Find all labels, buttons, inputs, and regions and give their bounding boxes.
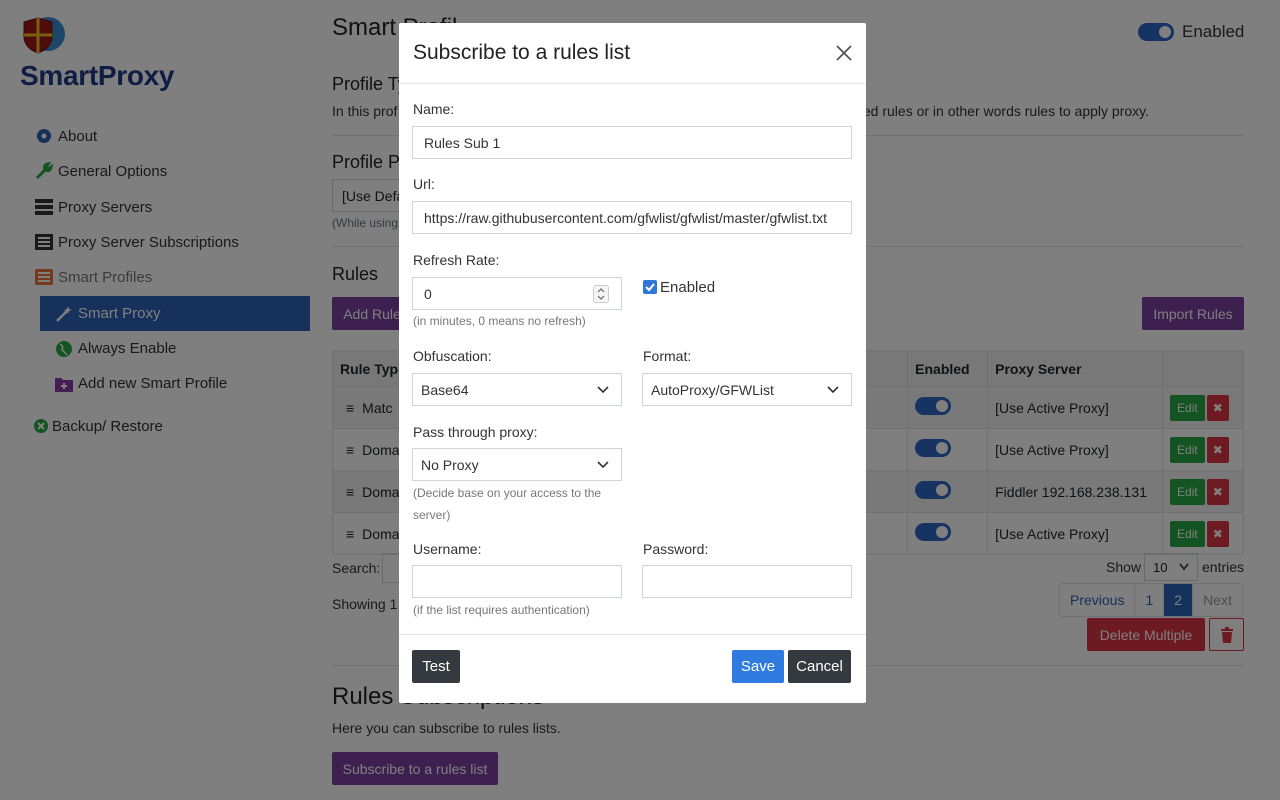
close-icon[interactable] bbox=[834, 43, 854, 63]
modal-header: Subscribe to a rules list bbox=[399, 23, 866, 84]
pass-through-proxy-hint: (Decide base on your access to the serve… bbox=[413, 486, 602, 522]
cancel-button[interactable]: Cancel bbox=[788, 650, 851, 683]
chevron-down-icon bbox=[597, 386, 609, 394]
obfuscation-value: Base64 bbox=[421, 381, 469, 398]
pass-through-proxy-label: Pass through proxy: bbox=[413, 424, 538, 440]
pass-through-proxy-value: No Proxy bbox=[421, 456, 479, 473]
username-field[interactable] bbox=[412, 565, 622, 598]
password-label: Password: bbox=[643, 541, 709, 557]
url-field[interactable]: https://raw.githubusercontent.com/gfwlis… bbox=[412, 201, 852, 234]
username-label: Username: bbox=[413, 541, 482, 557]
test-button[interactable]: Test bbox=[412, 650, 460, 683]
obfuscation-select[interactable]: Base64 bbox=[412, 373, 622, 406]
enabled-checkbox-label[interactable]: Enabled bbox=[660, 279, 715, 296]
refresh-rate-hint: (in minutes, 0 means no refresh) bbox=[413, 314, 586, 328]
format-value: AutoProxy/GFWList bbox=[651, 381, 774, 398]
auth-hint: (if the list requires authentication) bbox=[413, 603, 590, 617]
save-button[interactable]: Save bbox=[732, 650, 784, 683]
chevron-down-icon bbox=[827, 386, 839, 394]
stepper-icon[interactable] bbox=[593, 285, 609, 303]
modal-footer: Test Save Cancel bbox=[399, 634, 866, 703]
modal-title: Subscribe to a rules list bbox=[413, 41, 631, 64]
refresh-rate-field[interactable]: 0 bbox=[412, 277, 622, 310]
name-label: Name: bbox=[413, 101, 455, 117]
url-label: Url: bbox=[413, 176, 435, 192]
format-label: Format: bbox=[643, 348, 692, 364]
enabled-checkbox[interactable] bbox=[643, 280, 657, 294]
subscribe-rules-dialog: Subscribe to a rules list Name: Rules Su… bbox=[399, 23, 866, 703]
pass-through-proxy-select[interactable]: No Proxy bbox=[412, 448, 622, 481]
refresh-rate-value: 0 bbox=[424, 285, 432, 302]
password-field[interactable] bbox=[642, 565, 852, 598]
refresh-rate-label: Refresh Rate: bbox=[413, 252, 500, 268]
chevron-down-icon bbox=[597, 461, 609, 469]
format-select[interactable]: AutoProxy/GFWList bbox=[642, 373, 852, 406]
checkmark-icon bbox=[645, 283, 655, 292]
obfuscation-label: Obfuscation: bbox=[413, 348, 492, 364]
name-field[interactable]: Rules Sub 1 bbox=[412, 126, 852, 159]
